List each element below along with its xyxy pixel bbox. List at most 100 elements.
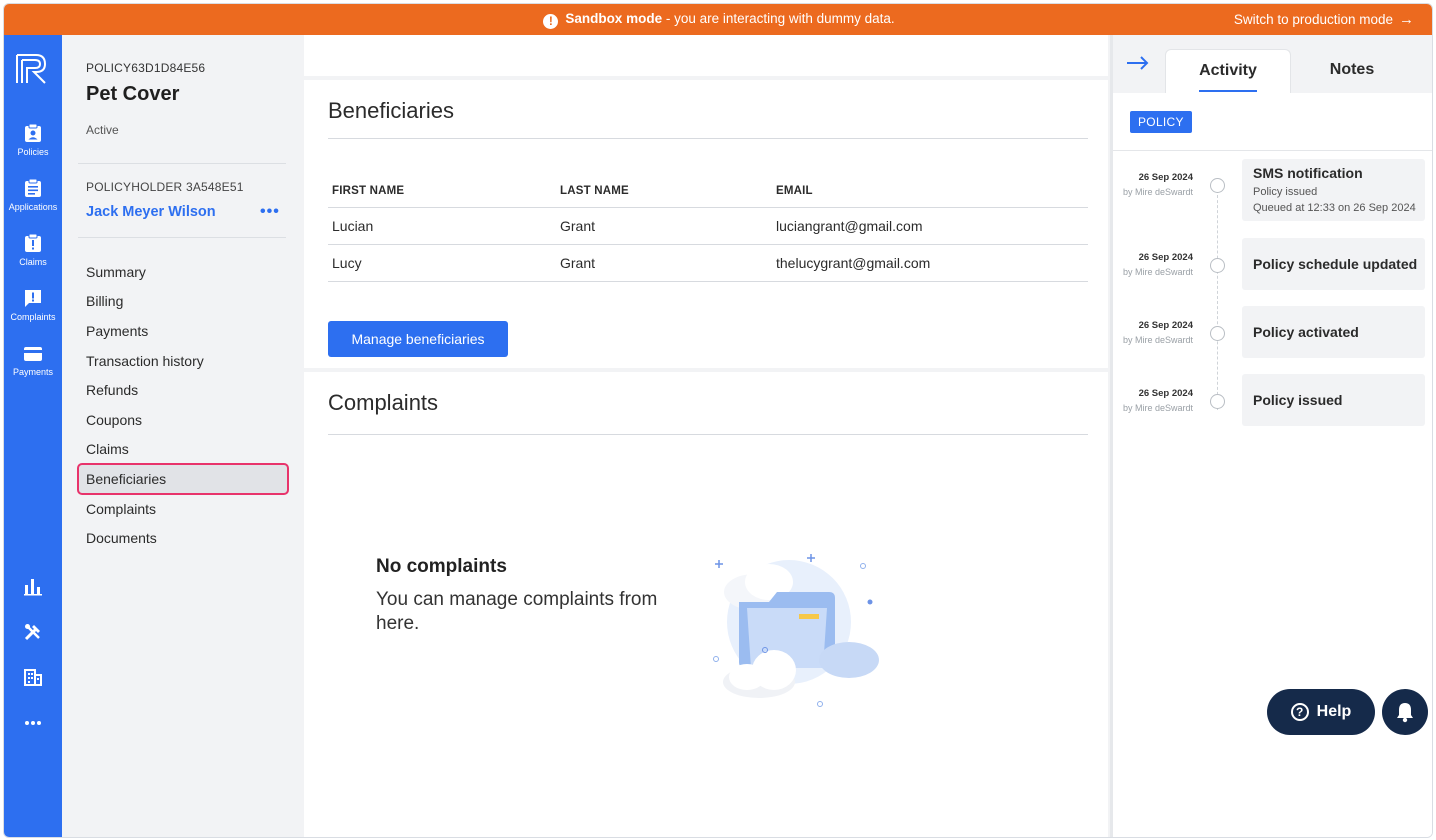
divider: [78, 237, 286, 238]
nav-item-beneficiaries[interactable]: Beneficiaries: [77, 463, 289, 495]
clipboard-alert-icon: [25, 233, 41, 252]
tab-label: Notes: [1329, 61, 1375, 78]
activity-detail: Policy issued: [1253, 186, 1318, 198]
arrow-right-icon: →: [1399, 11, 1414, 28]
banner-mode-label: Sandbox mode: [565, 11, 663, 26]
timeline-dot: [1210, 394, 1225, 409]
nav-item-complaints[interactable]: Complaints: [78, 494, 288, 524]
rail-label: Applications: [8, 202, 58, 212]
timeline-line: [1217, 190, 1218, 410]
active-tab-indicator: [1199, 90, 1257, 92]
last-name-cell: Grant: [556, 207, 772, 245]
warning-icon: !: [543, 14, 559, 29]
nav-item-payments[interactable]: Payments: [78, 316, 288, 346]
rail-tools[interactable]: [4, 622, 62, 642]
rail-analytics[interactable]: [4, 576, 62, 596]
nav-item-claims[interactable]: Claims: [78, 435, 288, 465]
question-icon: ?: [1290, 703, 1309, 721]
policyholder-name-link[interactable]: Jack Meyer Wilson: [86, 204, 216, 220]
title-divider: [328, 138, 1088, 139]
policy-sidebar: POLICY63D1D84E56 Pet Cover Active POLICY…: [62, 35, 302, 837]
table-row: Lucy Grant thelucygrant@gmail.com: [328, 244, 1088, 282]
activity-card[interactable]: Policy schedule updated: [1242, 238, 1425, 290]
policy-filter-badge[interactable]: POLICY: [1130, 111, 1192, 133]
nav-item-coupons[interactable]: Coupons: [78, 405, 288, 435]
tab-notes[interactable]: Notes: [1289, 49, 1415, 93]
column-header: FIRST NAME: [328, 175, 556, 208]
main-content: Beneficiaries FIRST NAME LAST NAME EMAIL…: [302, 35, 1110, 837]
building-icon: [24, 669, 42, 686]
email-cell: luciangrant@gmail.com: [772, 207, 1088, 245]
activity-detail: Queued at 12:33 on 26 Sep 2024: [1253, 202, 1416, 214]
complaints-card: Complaints No complaints You can manage …: [304, 372, 1108, 837]
rail-item-policies[interactable]: Policies: [4, 123, 62, 157]
rail-label: Complaints: [10, 312, 56, 322]
manage-beneficiaries-button[interactable]: Manage beneficiaries: [328, 321, 508, 357]
empty-folder-illustration: [713, 554, 879, 707]
email-cell: thelucygrant@gmail.com: [772, 244, 1088, 282]
more-icon: [25, 721, 41, 725]
chat-alert-icon: [25, 290, 41, 307]
banner-text: - you are interacting with dummy data.: [662, 11, 895, 26]
rail-label: Payments: [12, 367, 54, 377]
last-name-cell: Grant: [556, 244, 772, 282]
activity-date: 26 Sep 2024: [1138, 388, 1193, 399]
activity-author: by Mire deSwardt: [1122, 187, 1193, 197]
activity-card[interactable]: Policy issued: [1242, 374, 1425, 426]
timeline-dot: [1210, 258, 1225, 273]
rail-item-complaints[interactable]: Complaints: [4, 288, 62, 322]
tab-activity[interactable]: Activity: [1165, 49, 1291, 93]
collapse-panel-arrow-icon[interactable]: [1125, 55, 1151, 71]
empty-state-title: No complaints: [376, 556, 507, 577]
more-options-icon[interactable]: •••: [260, 203, 280, 221]
rail-more[interactable]: [4, 713, 62, 733]
rail-organisation[interactable]: [4, 667, 62, 687]
policy-nav: Summary Billing Payments Transaction his…: [77, 257, 289, 553]
rail-label: Policies: [17, 147, 49, 157]
activity-date: 26 Sep 2024: [1138, 320, 1193, 331]
rail-item-applications[interactable]: Applications: [4, 178, 62, 212]
rootplatform-logo[interactable]: [14, 53, 48, 85]
switch-label: Switch to production mode: [1233, 12, 1393, 27]
table-header-row: FIRST NAME LAST NAME EMAIL: [328, 175, 1088, 208]
bell-icon: [1397, 703, 1413, 723]
nav-item-refunds[interactable]: Refunds: [78, 375, 288, 405]
switch-to-production-link[interactable]: Switch to production mode →: [1234, 11, 1414, 28]
clipboard-list-icon: [25, 178, 41, 197]
title-divider: [328, 434, 1088, 435]
activity-author: by Mire deSwardt: [1122, 335, 1193, 345]
tools-icon: [24, 624, 40, 641]
empty-state-text: You can manage complaints from here.: [376, 589, 658, 634]
first-name-cell: Lucian: [328, 207, 556, 245]
rail-item-claims[interactable]: Claims: [4, 233, 62, 267]
complaints-title: Complaints: [328, 390, 439, 415]
divider: [1113, 150, 1432, 151]
notifications-button[interactable]: [1382, 689, 1428, 735]
clipboard-person-icon: [25, 123, 41, 142]
nav-item-transaction-history[interactable]: Transaction history: [78, 346, 288, 376]
credit-card-icon: [24, 347, 42, 361]
nav-item-billing[interactable]: Billing: [78, 287, 288, 317]
divider: [78, 163, 286, 164]
activity-title: Policy issued: [1253, 392, 1343, 408]
activity-card[interactable]: Policy activated: [1242, 306, 1425, 358]
nav-item-summary[interactable]: Summary: [78, 257, 288, 287]
activity-card[interactable]: SMS notification Policy issued Queued at…: [1242, 159, 1425, 221]
timeline-dot: [1210, 178, 1225, 193]
policy-name: Pet Cover: [86, 83, 180, 105]
activity-author: by Mire deSwardt: [1122, 267, 1193, 277]
tab-label: Activity: [1199, 62, 1257, 79]
bar-chart-icon: [24, 579, 42, 596]
activity-author: by Mire deSwardt: [1122, 403, 1193, 413]
beneficiaries-card: Beneficiaries FIRST NAME LAST NAME EMAIL…: [304, 80, 1108, 368]
primary-sidebar: Policies Applications Claims Complaints …: [4, 35, 62, 837]
policyholder-label: POLICYHOLDER 3A548E51: [86, 180, 244, 194]
help-button[interactable]: ? Help: [1267, 689, 1375, 735]
policy-status: Active: [86, 123, 119, 137]
activity-title: SMS notification: [1253, 165, 1363, 181]
beneficiaries-table: FIRST NAME LAST NAME EMAIL Lucian Grant …: [328, 175, 1088, 282]
app-window: ! Sandbox mode - you are interacting with…: [3, 3, 1433, 838]
previous-section-card: [304, 35, 1108, 76]
rail-item-payments[interactable]: Payments: [4, 345, 62, 377]
nav-item-documents[interactable]: Documents: [78, 523, 288, 553]
